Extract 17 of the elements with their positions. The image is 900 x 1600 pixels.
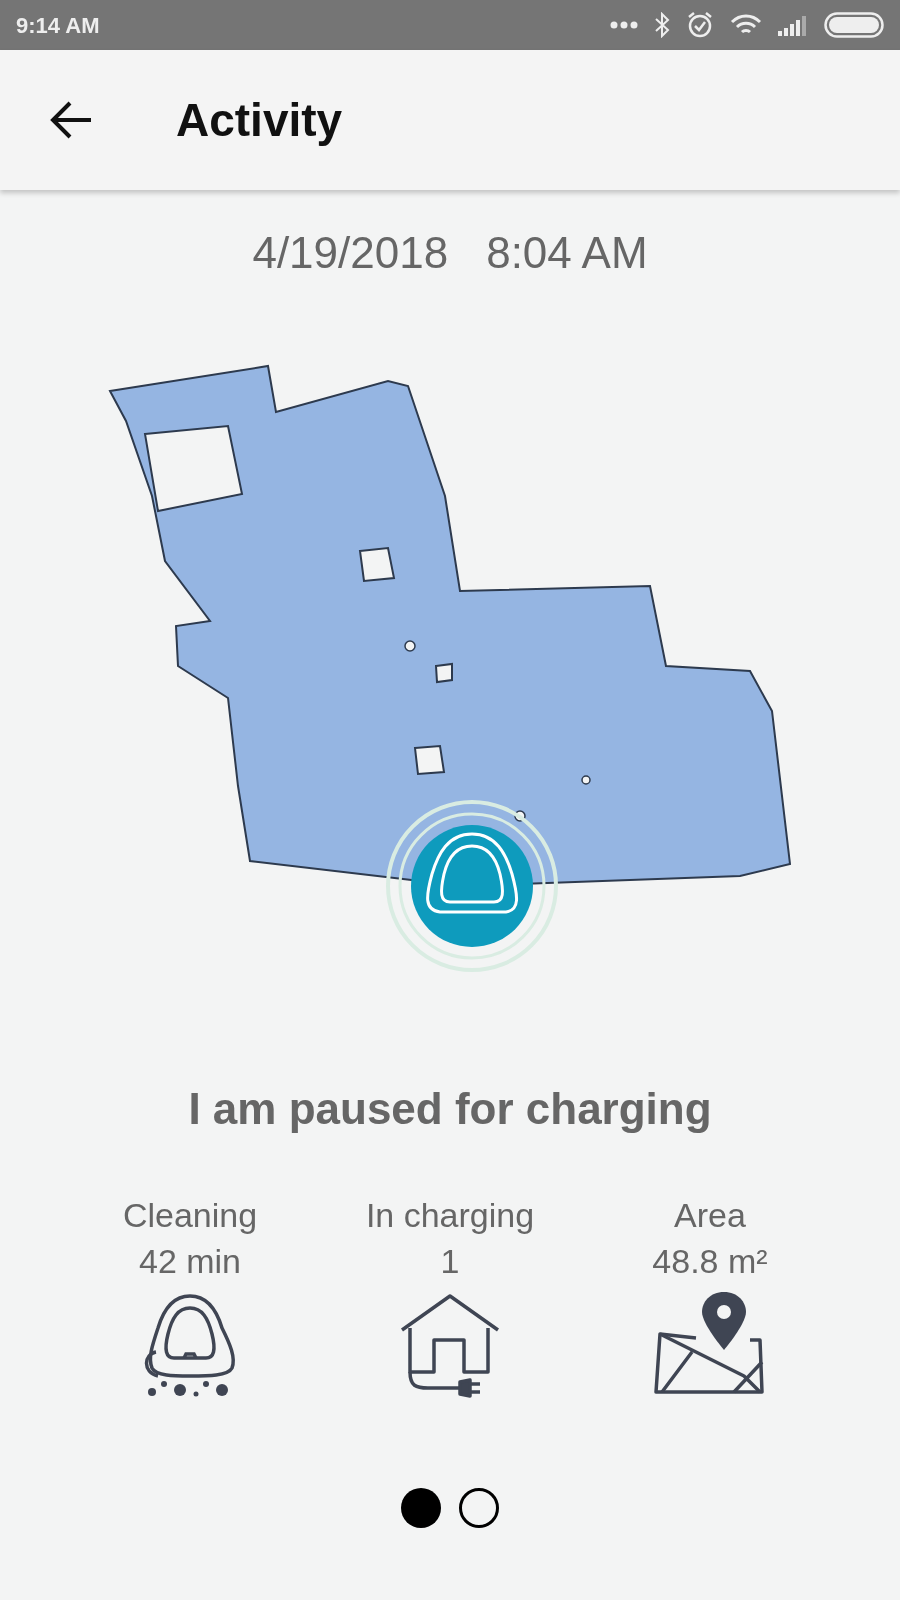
stat-value: 42 min <box>138 1241 242 1282</box>
signal-icon <box>778 14 808 36</box>
bluetooth-icon <box>654 12 670 38</box>
more-icon <box>610 21 638 29</box>
battery-icon <box>824 12 884 38</box>
alarm-icon <box>686 11 714 39</box>
status-time: 9:14 AM <box>16 11 100 40</box>
back-arrow-icon <box>49 100 93 140</box>
status-message: I am paused for charging <box>187 1083 713 1135</box>
stat-value: 48.8 m² <box>652 1241 768 1282</box>
page-title: Activity <box>176 92 343 148</box>
session-time: 8:04 AM <box>486 227 648 279</box>
stat-label: Area <box>674 1195 746 1236</box>
stat-value: 1 <box>440 1241 460 1282</box>
stat-label: Cleaning <box>122 1195 258 1236</box>
session-date: 4/19/2018 <box>252 227 449 279</box>
stat-label: In charging <box>365 1195 535 1236</box>
